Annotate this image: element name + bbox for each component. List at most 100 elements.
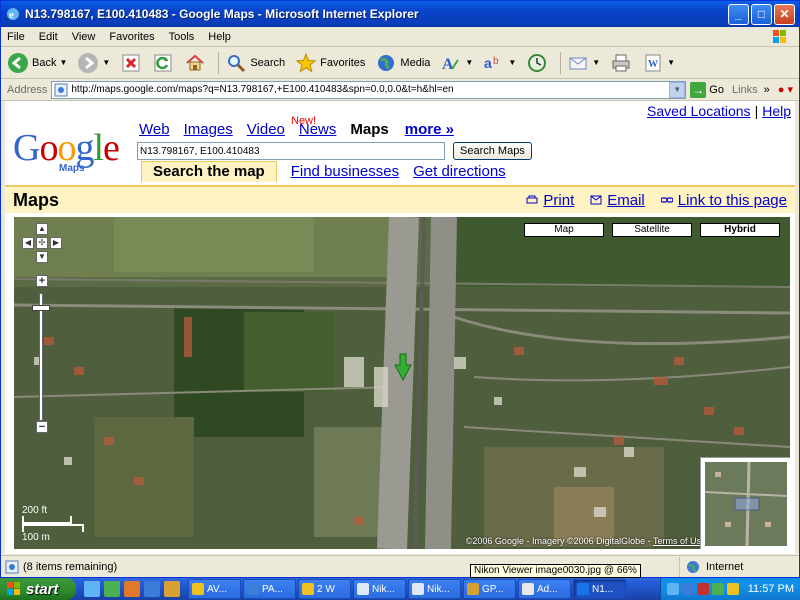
links-chevron-icon[interactable]: » <box>764 84 770 96</box>
tray-network-icon[interactable] <box>666 583 679 595</box>
history-button[interactable] <box>524 50 550 76</box>
quick-launch-messenger-icon[interactable] <box>104 581 120 597</box>
print-link[interactable]: Print <box>526 192 574 209</box>
search-button[interactable]: Search <box>223 50 287 76</box>
nav-web[interactable]: Web <box>139 121 170 138</box>
edit-dropdown-icon[interactable]: ▼ <box>667 58 675 67</box>
task-button[interactable]: AV... <box>188 579 241 599</box>
zoom-slider-track[interactable] <box>39 293 43 421</box>
overview-map[interactable] <box>700 457 790 549</box>
favorites-button[interactable]: Favorites <box>293 50 367 76</box>
title-bar[interactable]: e N13.798167, E100.410483 - Google Maps … <box>1 1 799 27</box>
mail-icon <box>569 57 587 69</box>
task-button[interactable]: Nik... <box>353 579 406 599</box>
menu-view[interactable]: View <box>72 31 96 43</box>
start-button[interactable]: start <box>0 578 76 600</box>
task-label: Nik... <box>372 583 395 595</box>
pan-up-button[interactable]: ▲ <box>36 223 48 235</box>
tab-find-businesses[interactable]: Find businesses <box>291 161 399 182</box>
nav-video[interactable]: Video <box>247 121 285 138</box>
menu-favorites[interactable]: Favorites <box>109 31 154 43</box>
map-viewport[interactable]: Map Satellite Hybrid ▲ ◀ ✣ ▶ ▼ + − 200 f… <box>14 217 790 549</box>
maximize-button[interactable]: □ <box>751 3 772 25</box>
home-button[interactable] <box>182 50 208 76</box>
pan-left-button[interactable]: ◀ <box>22 237 34 249</box>
edit-button[interactable]: W ▼ <box>640 50 677 76</box>
tab-search-the-map[interactable]: Search the map <box>141 161 277 182</box>
links-toolbar[interactable]: Links <box>732 84 758 96</box>
back-label: Back <box>32 56 57 69</box>
link-to-page-link[interactable]: Link to this page <box>660 192 787 209</box>
print-button[interactable] <box>608 50 634 76</box>
map-type-satellite-button[interactable]: Satellite <box>612 223 692 237</box>
tray-app-icon[interactable] <box>711 583 724 595</box>
back-button[interactable]: Back ▼ <box>5 50 69 76</box>
overview-map-image <box>704 461 788 547</box>
task-label: AV... <box>207 583 228 595</box>
svg-text:a: a <box>484 55 492 71</box>
zoom-in-button[interactable]: + <box>36 275 48 287</box>
search-row: Search Maps <box>137 142 532 160</box>
address-dropdown-icon[interactable]: ▼ <box>669 81 686 98</box>
saved-locations-link[interactable]: Saved Locations <box>647 103 751 119</box>
zoom-slider-thumb[interactable] <box>32 305 50 312</box>
nav-images[interactable]: Images <box>184 121 233 138</box>
menu-file[interactable]: File <box>7 31 25 43</box>
google-maps-logo[interactable]: Google Maps <box>13 129 131 177</box>
task-buttons: AV... PA... 2 W Nik... Nik... GP... Ad..… <box>188 579 628 599</box>
terms-of-use-link[interactable]: Terms of Use <box>653 536 706 546</box>
address-input[interactable]: http://maps.google.com/maps?q=N13.798167… <box>51 80 687 99</box>
location-marker-arrow-icon[interactable] <box>394 353 412 381</box>
map-search-input[interactable] <box>137 142 445 160</box>
menu-tools[interactable]: Tools <box>169 31 195 43</box>
back-dropdown-icon[interactable]: ▼ <box>59 58 67 67</box>
translate-dropdown-icon[interactable]: ▼ <box>508 58 516 67</box>
refresh-button[interactable] <box>150 50 176 76</box>
stop-button[interactable] <box>118 50 144 76</box>
map-type-map-button[interactable]: Map <box>524 223 604 237</box>
task-button-active[interactable]: N1... <box>573 579 626 599</box>
menu-help[interactable]: Help <box>208 31 231 43</box>
search-maps-button[interactable]: Search Maps <box>453 142 532 160</box>
forward-dropdown-icon[interactable]: ▼ <box>102 58 110 67</box>
pan-center-button[interactable]: ✣ <box>36 237 48 249</box>
pan-right-button[interactable]: ▶ <box>50 237 62 249</box>
minimize-button[interactable]: _ <box>728 3 749 25</box>
media-button[interactable]: Media <box>373 50 432 76</box>
tray-shield-icon[interactable] <box>681 583 694 595</box>
go-button[interactable]: → Go <box>690 81 724 98</box>
mail-button[interactable]: ▼ <box>565 50 602 76</box>
address-url[interactable]: http://maps.google.com/maps?q=N13.798167… <box>71 84 669 95</box>
quick-launch-media-icon[interactable] <box>144 581 160 597</box>
tray-app-icon[interactable] <box>726 583 739 595</box>
messenger-button[interactable]: A ▼ <box>438 50 475 76</box>
media-globe-icon <box>378 54 395 71</box>
tray-zonealarm-icon[interactable] <box>696 583 709 595</box>
translate-button[interactable]: ab ▼ <box>481 50 518 76</box>
taskbar-clock[interactable]: 11:57 PM <box>748 583 794 595</box>
task-button[interactable]: GP... <box>463 579 516 599</box>
quick-launch-browser-icon[interactable] <box>84 581 100 597</box>
task-button[interactable]: Ad... <box>518 579 571 599</box>
nav-more[interactable]: more » <box>405 121 454 138</box>
quick-launch-firefox-icon[interactable] <box>124 581 140 597</box>
email-link[interactable]: Email <box>590 192 645 209</box>
zoom-out-button[interactable]: − <box>36 421 48 433</box>
forward-button[interactable]: ▼ <box>75 50 112 76</box>
close-button[interactable]: ✕ <box>774 3 795 25</box>
quick-launch-app-icon[interactable] <box>164 581 180 597</box>
map-type-hybrid-button[interactable]: Hybrid <box>700 223 780 237</box>
svg-text:e: e <box>9 9 14 21</box>
help-link[interactable]: Help <box>762 103 791 119</box>
search-subtabs: Search the map Find businesses Get direc… <box>141 161 506 182</box>
task-button[interactable]: PA... <box>243 579 296 599</box>
task-button[interactable]: Nik... <box>408 579 461 599</box>
tools-dropdown-icon[interactable]: ● ▾ <box>778 83 793 96</box>
mail-dropdown-icon[interactable]: ▼ <box>592 58 600 67</box>
menu-edit[interactable]: Edit <box>39 31 58 43</box>
task-button[interactable]: 2 W <box>298 579 351 599</box>
pan-down-button[interactable]: ▼ <box>36 251 48 263</box>
tab-get-directions[interactable]: Get directions <box>413 161 506 182</box>
svg-text:W: W <box>648 59 658 70</box>
messenger-dropdown-icon[interactable]: ▼ <box>465 58 473 67</box>
